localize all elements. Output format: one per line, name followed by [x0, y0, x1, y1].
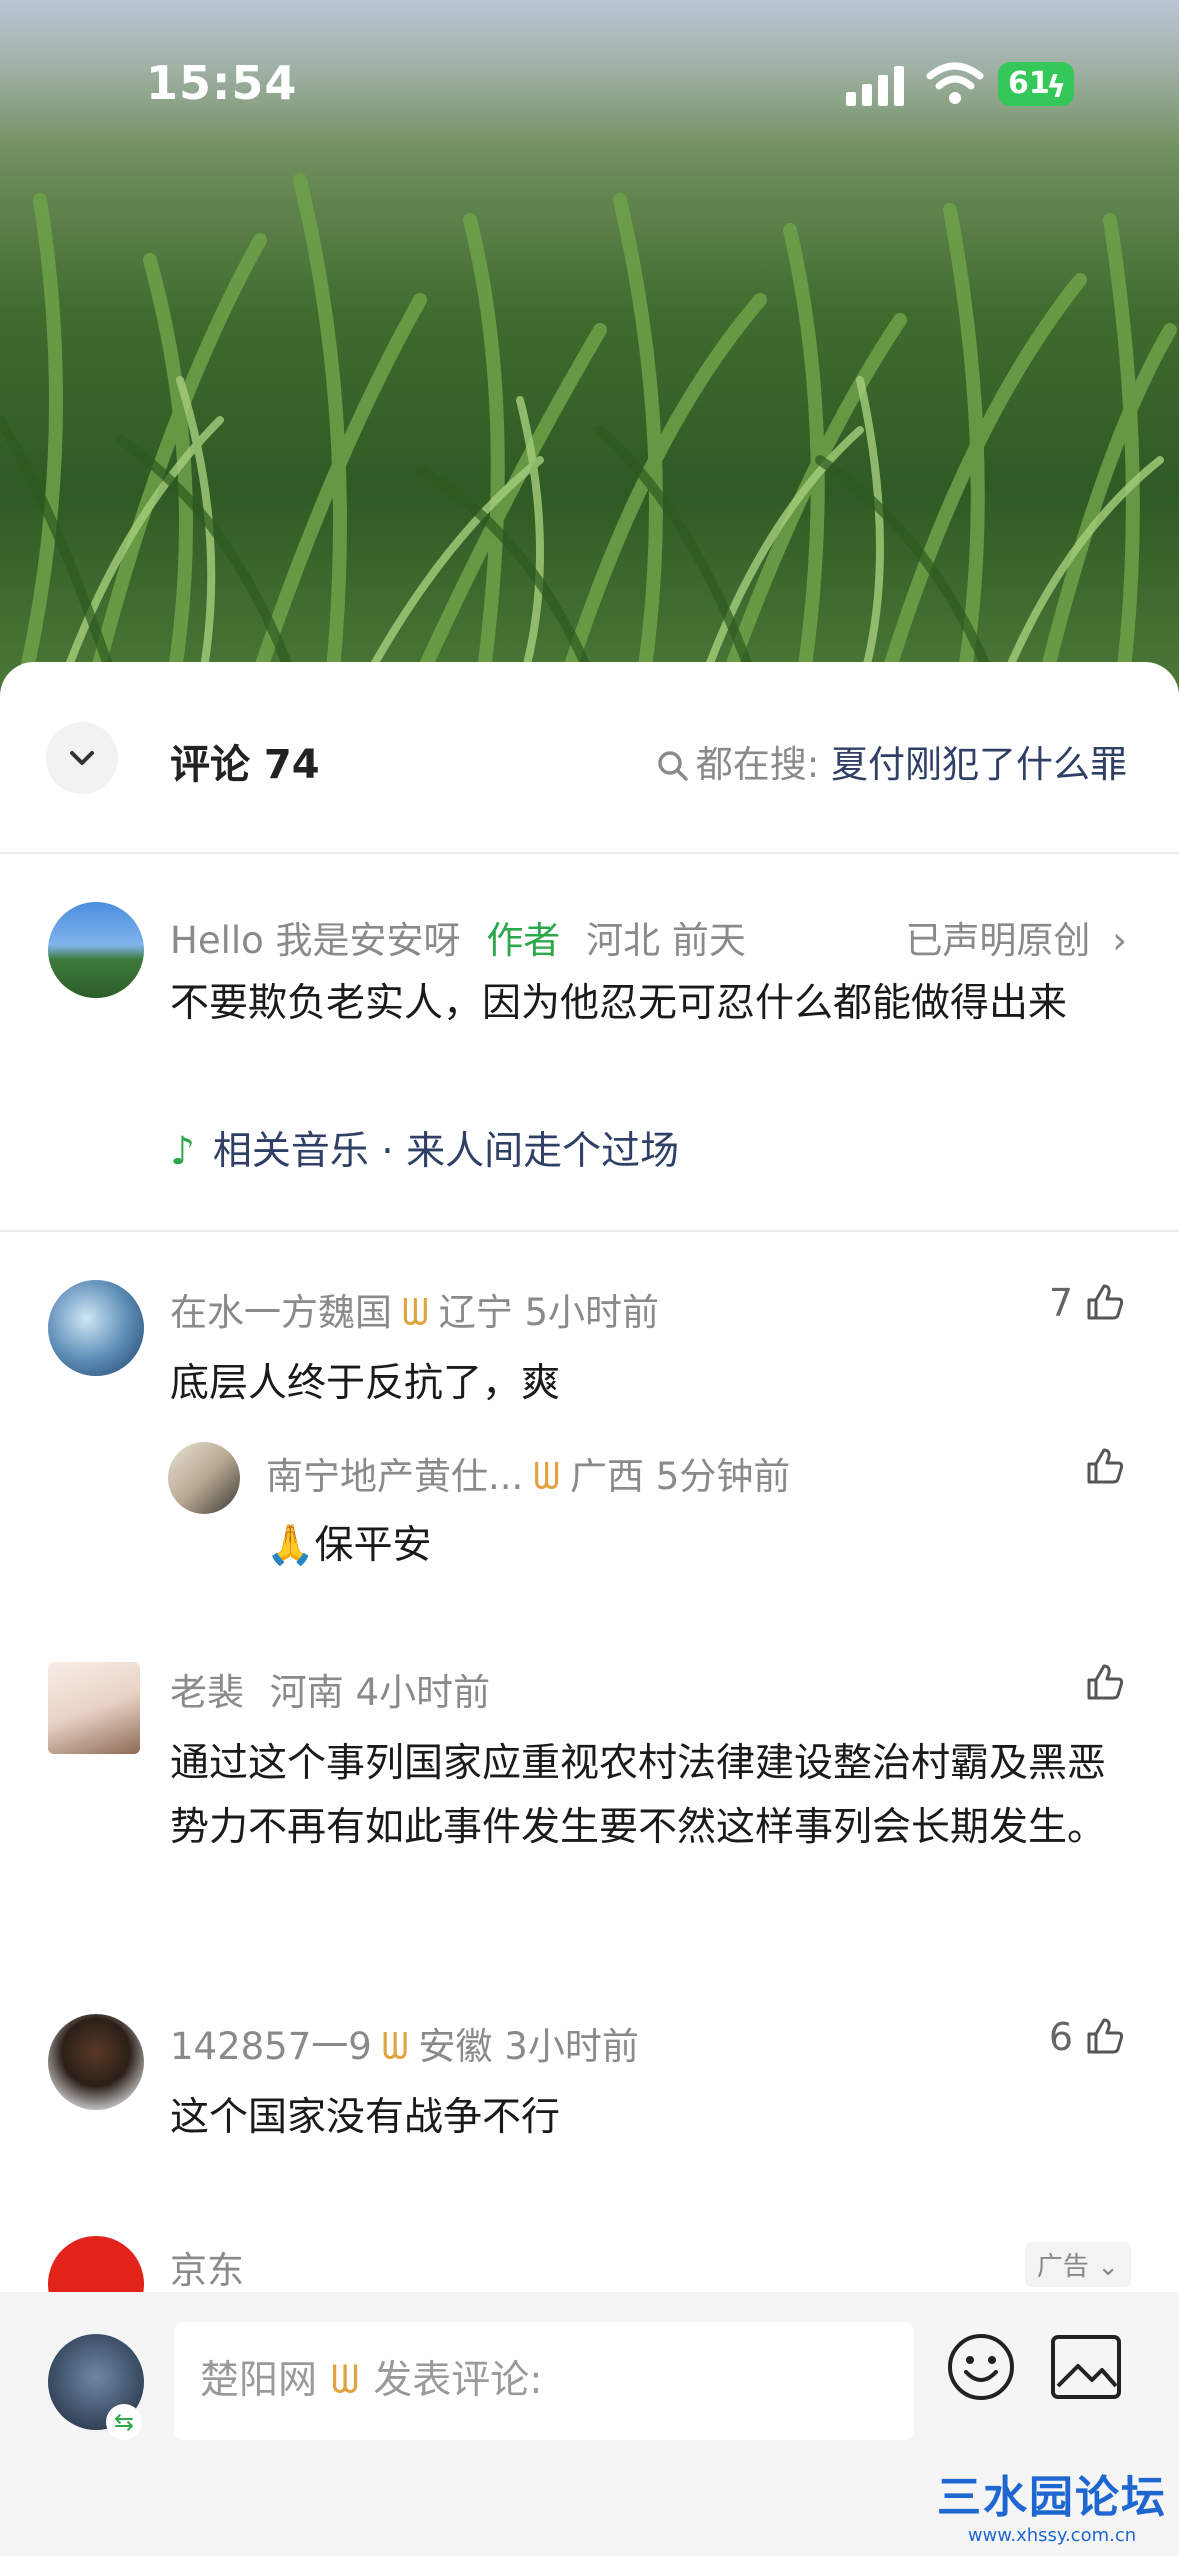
avatar[interactable]: [168, 1442, 240, 1514]
author-meta: Hello 我是安安呀 作者 河北 前天: [170, 910, 746, 964]
comments-header: 评论 74 都在搜: 夏付刚犯了什么罪: [0, 662, 1179, 852]
comment-input[interactable]: 楚阳网 ᗯ 发表评论:: [174, 2322, 914, 2440]
avatar[interactable]: [48, 1280, 144, 1376]
chevron-down-icon: [70, 751, 94, 765]
status-bar: 15:54 61 ϟ: [0, 0, 1179, 150]
vip-badge-icon: ᗯ: [402, 1291, 429, 1334]
avatar[interactable]: [48, 2014, 144, 2110]
status-time: 15:54: [146, 56, 298, 110]
vip-badge-icon: ᗯ: [331, 2358, 360, 2403]
chevron-right-icon: ›: [1112, 919, 1127, 962]
watermark-title: 三水园论坛: [937, 2472, 1167, 2523]
comments-sheet: 评论 74 都在搜: 夏付刚犯了什么罪 Hello 我是安安呀 作者 河北 前天…: [0, 662, 1179, 2556]
avatar[interactable]: [48, 902, 144, 998]
search-prefix: 都在搜:: [695, 743, 820, 786]
search-query[interactable]: 夏付刚犯了什么罪: [831, 743, 1127, 786]
comment-text: 底层人终于反抗了，爽: [170, 1361, 561, 1406]
divider: [0, 852, 1179, 854]
comment-composer: ⇆ 楚阳网 ᗯ 发表评论: 三水园论坛 www.xhssy.com.cn: [0, 2292, 1179, 2556]
comment-meta: 在水一方魏国 ᗯ 辽宁 5小时前: [170, 1282, 659, 1336]
location-time: 河南 4小时前: [269, 1671, 491, 1714]
watermark-url: www.xhssy.com.cn: [967, 2525, 1137, 2546]
switch-account-icon[interactable]: ⇆: [106, 2404, 142, 2440]
chevron-down-icon: ⌄: [1097, 2252, 1119, 2282]
reply-username[interactable]: 南宁地产黄仕...: [266, 1455, 523, 1498]
like-button[interactable]: [1073, 1660, 1127, 1705]
collapse-button[interactable]: [46, 722, 118, 794]
location-time: 广西 5分钟前: [570, 1455, 791, 1498]
like-button[interactable]: 7: [1049, 1280, 1127, 1325]
comment-text: 通过这个事列国家应重视农村法律建设整治村霸及黑恶势力不再有如此事件发生要不然这样…: [170, 1741, 1107, 1850]
comment-text: 这个国家没有战争不行: [170, 2095, 561, 2140]
avatar[interactable]: [48, 1662, 140, 1754]
comment-username[interactable]: 在水一方魏国: [170, 1291, 392, 1334]
original-label: 已声明原创: [905, 919, 1091, 962]
thumbs-up-icon: [1087, 1664, 1124, 1700]
comment-meta: 老裴 河南 4小时前: [170, 1662, 490, 1716]
comment-username[interactable]: 142857一9: [170, 2025, 372, 2068]
like-button[interactable]: [1073, 1444, 1127, 1489]
wifi-icon: [926, 62, 984, 104]
location-time: 辽宁 5小时前: [438, 1291, 660, 1334]
composer-user: 楚阳网: [200, 2358, 318, 2403]
like-button[interactable]: 6: [1049, 2014, 1127, 2059]
battery-indicator: 61 ϟ: [998, 62, 1074, 106]
original-declaration[interactable]: 已声明原创 ›: [905, 910, 1127, 964]
ad-label: 广告: [1036, 2252, 1089, 2282]
composer-placeholder: 发表评论:: [373, 2358, 543, 2403]
like-count: 6: [1048, 2015, 1073, 2059]
author-post-text: 不要欺负老实人，因为他忍无可忍什么都能做得出来: [170, 981, 1068, 1026]
comment-username[interactable]: 老裴: [170, 1671, 244, 1714]
thumbs-up-icon: [1087, 1284, 1124, 1320]
reply-text: 🙏保平安: [266, 1523, 432, 1568]
cellular-signal-icon: [846, 66, 904, 106]
location-time: 河北 前天: [586, 919, 746, 962]
comment-meta: 142857一9 ᗯ 安徽 3小时前: [170, 2016, 639, 2070]
vip-badge-icon: ᗯ: [381, 2025, 409, 2068]
reply-meta: 南宁地产黄仕... ᗯ 广西 5分钟前: [266, 1446, 790, 1500]
music-note-icon: ♪: [170, 1129, 195, 1174]
divider: [0, 1230, 1179, 1232]
ad-username[interactable]: 京东: [170, 2240, 244, 2294]
image-icon[interactable]: [1050, 2334, 1122, 2400]
search-icon: [658, 751, 688, 781]
thumbs-up-icon: [1087, 1448, 1124, 1484]
author-username[interactable]: Hello 我是安安呀: [170, 919, 461, 962]
vip-badge-icon: ᗯ: [533, 1455, 561, 1498]
author-tag: 作者: [486, 919, 561, 962]
ad-badge[interactable]: 广告 ⌄: [1024, 2242, 1131, 2287]
related-music-link[interactable]: ♪ 相关音乐 · 来人间走个过场: [170, 1120, 679, 1184]
comments-title: 评论 74: [170, 742, 320, 788]
emoji-icon[interactable]: [946, 2332, 1016, 2402]
charging-icon: ϟ: [1046, 70, 1066, 105]
watermark: 三水园论坛 www.xhssy.com.cn: [937, 2461, 1167, 2546]
location-time: 安徽 3小时前: [418, 2025, 639, 2068]
like-count: 7: [1048, 1281, 1073, 1325]
thumbs-up-icon: [1087, 2018, 1124, 2054]
music-label: 相关音乐 · 来人间走个过场: [212, 1129, 680, 1174]
battery-level: 61: [1008, 66, 1050, 101]
trending-search[interactable]: 都在搜: 夏付刚犯了什么罪: [656, 734, 1127, 788]
